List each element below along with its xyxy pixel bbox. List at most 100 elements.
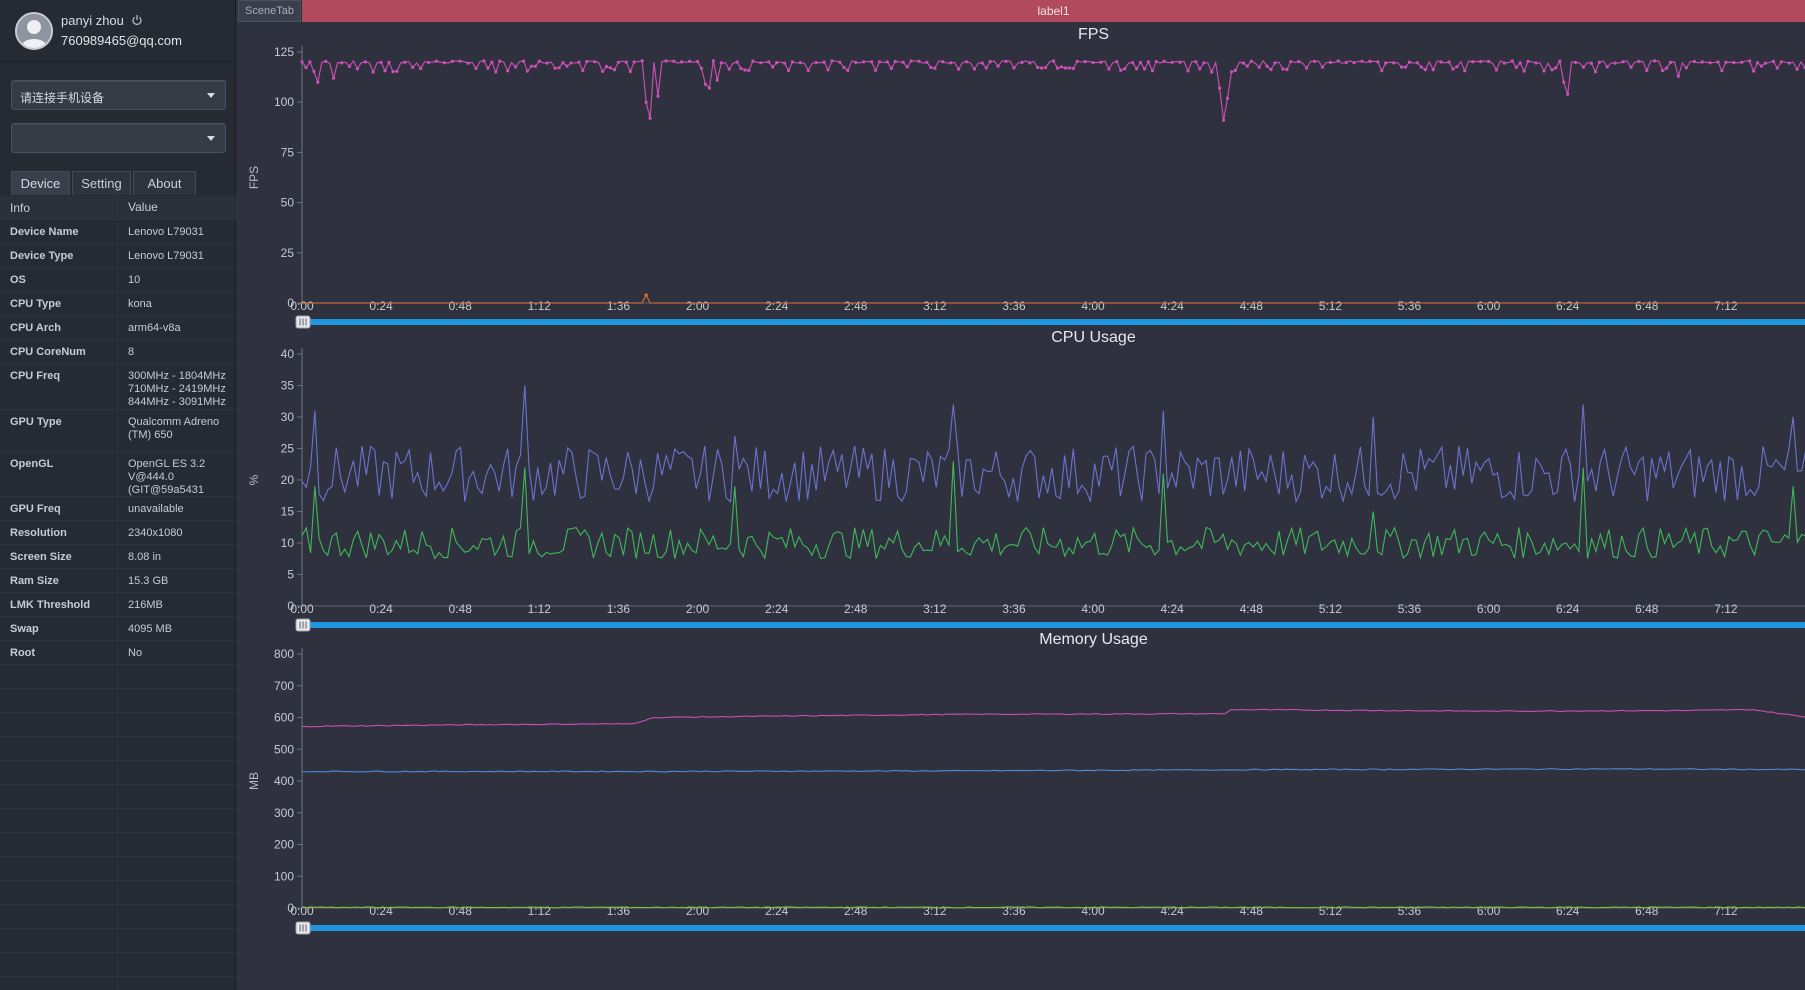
table-row[interactable]: CPU CoreNum 8 — [0, 340, 236, 364]
table-row[interactable]: OpenGL OpenGL ES 3.2 V@444.0 (GIT@59a5431 — [0, 452, 236, 497]
data-point — [1269, 67, 1273, 72]
table-row[interactable]: Root No — [0, 641, 236, 665]
data-point — [862, 60, 866, 64]
data-point — [1091, 61, 1095, 65]
y-tick-label: 125 — [274, 45, 294, 59]
table-row[interactable]: CPU Freq 300MHz - 1804MHz 710MHz - 2419MH… — [0, 364, 236, 410]
power-icon[interactable] — [131, 14, 143, 26]
tab-scenetab[interactable]: SceneTab — [238, 0, 301, 22]
data-point — [498, 59, 502, 63]
data-point — [355, 67, 359, 71]
y-tick-label: 30 — [281, 410, 295, 424]
data-point — [640, 59, 644, 63]
tab-device[interactable]: Device — [11, 171, 70, 195]
table-row[interactable]: GPU Freq unavailable — [0, 497, 236, 521]
range-slider-track[interactable] — [308, 925, 1805, 931]
data-point — [826, 68, 830, 72]
info-value: 15.3 GB — [128, 575, 169, 587]
table-row[interactable]: CPU Arch arm64-v8a — [0, 316, 236, 340]
empty-cell — [0, 761, 118, 784]
data-point — [1724, 60, 1728, 64]
empty-cell — [0, 977, 118, 990]
data-point — [1198, 67, 1202, 71]
data-point — [1494, 68, 1499, 72]
data-point — [972, 67, 977, 71]
data-point — [905, 65, 909, 69]
data-point — [917, 59, 921, 63]
table-row[interactable]: OS 10 — [0, 268, 236, 292]
y-tick-label: 25 — [281, 246, 295, 260]
data-point — [707, 86, 711, 90]
app-select[interactable] — [11, 123, 226, 153]
data-point — [1222, 118, 1226, 122]
table-row[interactable]: Ram Size 15.3 GB — [0, 569, 236, 593]
data-point — [494, 70, 498, 74]
data-point — [1115, 60, 1119, 64]
x-tick-label: 2:48 — [844, 904, 868, 918]
data-point — [1403, 65, 1408, 69]
data-point — [474, 66, 478, 70]
data-point — [1708, 61, 1712, 65]
tab-label1[interactable]: label1 — [302, 0, 1805, 22]
info-key: GPU Type — [0, 410, 118, 451]
data-point — [1170, 60, 1174, 64]
data-point — [1597, 60, 1601, 64]
y-tick-label: 20 — [281, 473, 295, 487]
empty-cell — [118, 713, 236, 736]
x-tick-label: 6:48 — [1635, 602, 1659, 616]
table-row[interactable]: Device Name Lenovo L79031 — [0, 220, 236, 244]
data-point — [612, 68, 617, 72]
table-row[interactable]: Swap 4095 MB — [0, 617, 236, 641]
table-row[interactable]: GPU Type Qualcomm Adreno (TM) 650 — [0, 410, 236, 452]
data-point — [1273, 61, 1277, 65]
data-point — [585, 59, 589, 64]
device-select[interactable]: 请连接手机设备 — [11, 80, 226, 110]
table-row[interactable]: CPU Type kona — [0, 292, 236, 316]
info-key: OS — [0, 268, 118, 291]
data-point — [782, 61, 787, 65]
avatar[interactable] — [15, 12, 53, 50]
data-point — [1526, 59, 1530, 63]
data-point — [371, 70, 375, 74]
table-row[interactable]: Screen Size 8.08 in — [0, 545, 236, 569]
y-tick-label: 400 — [274, 774, 294, 788]
data-point — [1613, 61, 1617, 65]
x-tick-label: 0:24 — [369, 602, 393, 616]
sidebar: panyi zhou 760989465@qq.com 请连接手机设备 Devi… — [0, 0, 236, 990]
data-point — [715, 78, 719, 82]
table-row[interactable]: LMK Threshold 216MB — [0, 593, 236, 617]
data-point — [1471, 60, 1475, 64]
data-point — [387, 60, 391, 64]
data-point — [403, 60, 407, 64]
data-point — [996, 64, 1000, 68]
tab-setting[interactable]: Setting — [72, 171, 131, 195]
chart-title: FPS — [1078, 26, 1109, 43]
data-point — [316, 80, 320, 84]
x-tick-label: 0:24 — [369, 904, 393, 918]
data-point — [332, 76, 336, 80]
data-point — [312, 69, 316, 73]
table-row[interactable]: Device Type Lenovo L79031 — [0, 244, 236, 268]
empty-cell — [0, 689, 118, 712]
data-point — [1392, 61, 1396, 65]
y-axis-label: MB — [247, 772, 261, 790]
table-row[interactable]: Resolution 2340x1080 — [0, 521, 236, 545]
x-tick-label: 1:36 — [607, 602, 631, 616]
tab-about[interactable]: About — [133, 171, 196, 195]
data-point — [1162, 59, 1166, 63]
data-point — [300, 60, 304, 64]
y-tick-label: 40 — [281, 347, 295, 361]
x-tick-label: 3:12 — [923, 299, 947, 313]
data-point — [506, 69, 510, 73]
data-point — [846, 68, 850, 72]
empty-cell — [0, 833, 118, 856]
info-value: 8.08 in — [128, 551, 162, 563]
x-tick-label: 5:12 — [1319, 904, 1343, 918]
data-point — [1554, 66, 1558, 70]
data-point — [1360, 59, 1364, 63]
data-point — [1589, 61, 1593, 65]
empty-cell — [0, 737, 118, 760]
data-point — [529, 64, 533, 68]
info-key: CPU Type — [0, 292, 118, 315]
y-tick-label: 600 — [274, 711, 294, 725]
